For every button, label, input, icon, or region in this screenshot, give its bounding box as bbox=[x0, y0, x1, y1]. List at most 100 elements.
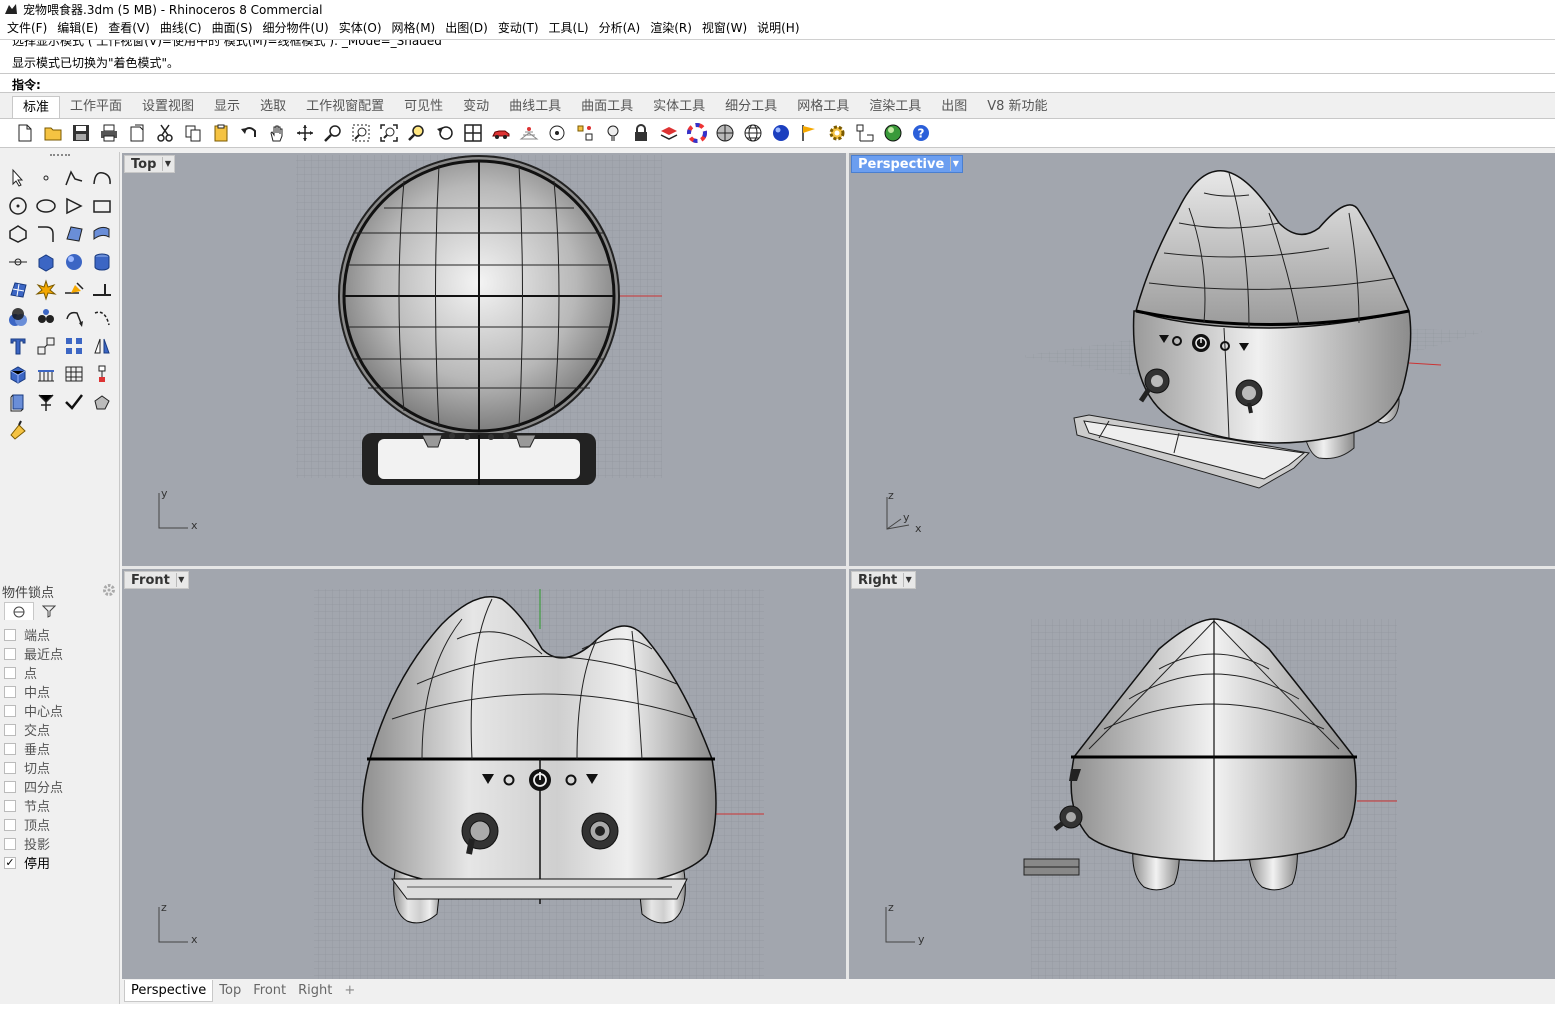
shade-sphere-icon[interactable] bbox=[714, 122, 736, 144]
menu-view[interactable]: 查看(V) bbox=[103, 18, 155, 39]
checkbox[interactable] bbox=[4, 742, 16, 755]
tab-render-tools[interactable]: 渲染工具 bbox=[859, 96, 931, 118]
points-icon[interactable] bbox=[574, 122, 596, 144]
car-render-icon[interactable] bbox=[490, 122, 512, 144]
trim-icon[interactable] bbox=[60, 276, 88, 304]
menu-panels[interactable]: 视窗(W) bbox=[697, 18, 752, 39]
rotate-view-icon[interactable] bbox=[294, 122, 316, 144]
surface-from-points-icon[interactable] bbox=[60, 220, 88, 248]
menu-file[interactable]: 文件(F) bbox=[2, 18, 52, 39]
pan-hand-icon[interactable] bbox=[266, 122, 288, 144]
tab-curve-tools[interactable]: 曲线工具 bbox=[499, 96, 571, 118]
tab-viewport-layout[interactable]: 工作视窗配置 bbox=[296, 96, 394, 118]
help-icon[interactable]: ? bbox=[910, 122, 932, 144]
circle-icon[interactable] bbox=[4, 192, 32, 220]
array-icon[interactable] bbox=[60, 332, 88, 360]
solid-box-icon[interactable] bbox=[4, 360, 32, 388]
zoom-dynamic-icon[interactable] bbox=[322, 122, 344, 144]
viewport-right-tab[interactable]: Right ▼ bbox=[851, 571, 917, 589]
explode-icon[interactable] bbox=[32, 276, 60, 304]
box-icon[interactable] bbox=[32, 248, 60, 276]
tab-top[interactable]: Top bbox=[213, 980, 247, 1002]
menu-subd[interactable]: 细分物件(U) bbox=[258, 18, 334, 39]
cplane-icon[interactable] bbox=[546, 122, 568, 144]
mesh-icon[interactable] bbox=[4, 276, 32, 304]
osnap-vertex[interactable]: 顶点 bbox=[4, 815, 63, 834]
paint-icon[interactable] bbox=[4, 416, 32, 444]
paste-icon[interactable] bbox=[210, 122, 232, 144]
check-icon[interactable] bbox=[60, 388, 88, 416]
viewport-perspective-tab[interactable]: Perspective ▼ bbox=[851, 155, 964, 173]
checkbox[interactable] bbox=[4, 818, 16, 831]
zoom-extents-icon[interactable] bbox=[378, 122, 400, 144]
menu-mesh[interactable]: 网格(M) bbox=[387, 18, 441, 39]
snap-tool-icon[interactable] bbox=[32, 388, 60, 416]
new-file-icon[interactable] bbox=[14, 122, 36, 144]
rectangle-icon[interactable] bbox=[88, 192, 116, 220]
rotate-icon[interactable] bbox=[60, 304, 88, 332]
copy-icon[interactable] bbox=[182, 122, 204, 144]
palette-grip[interactable] bbox=[50, 154, 70, 158]
osnap-tab-object[interactable] bbox=[4, 602, 34, 620]
checkbox[interactable] bbox=[4, 837, 16, 850]
polyline-icon[interactable] bbox=[60, 164, 88, 192]
chevron-down-icon[interactable]: ▼ bbox=[903, 573, 913, 587]
tab-select[interactable]: 选取 bbox=[250, 96, 296, 118]
curve-icon[interactable] bbox=[88, 164, 116, 192]
tab-right[interactable]: Right bbox=[292, 980, 338, 1002]
osnap-knot[interactable]: 节点 bbox=[4, 796, 63, 815]
chevron-down-icon[interactable]: ▼ bbox=[950, 157, 960, 171]
ellipse-icon[interactable] bbox=[32, 192, 60, 220]
save-icon[interactable] bbox=[70, 122, 92, 144]
dimension-icon[interactable] bbox=[854, 122, 876, 144]
menu-render[interactable]: 渲染(R) bbox=[645, 18, 697, 39]
osnap-center[interactable]: 中心点 bbox=[4, 701, 63, 720]
globe-icon[interactable] bbox=[882, 122, 904, 144]
arc-icon[interactable] bbox=[60, 192, 88, 220]
scale-icon[interactable] bbox=[32, 332, 60, 360]
osnap-disable[interactable]: ✓ 停用 bbox=[4, 853, 63, 872]
select-arrow-icon[interactable] bbox=[4, 164, 32, 192]
move-point-icon[interactable] bbox=[4, 248, 32, 276]
viewport-top[interactable]: Top ▼ y x bbox=[122, 153, 846, 566]
tab-standard[interactable]: 标准 bbox=[12, 96, 61, 118]
import-icon[interactable] bbox=[126, 122, 148, 144]
zoom-window-icon[interactable] bbox=[350, 122, 372, 144]
checkbox-checked[interactable]: ✓ bbox=[4, 856, 16, 869]
tab-mesh-tools[interactable]: 网格工具 bbox=[787, 96, 859, 118]
viewport-right[interactable]: Right ▼ z y bbox=[849, 569, 1555, 979]
checkbox[interactable] bbox=[4, 647, 16, 660]
undo-view-icon[interactable] bbox=[434, 122, 456, 144]
checkbox[interactable] bbox=[4, 723, 16, 736]
viewport-perspective[interactable]: Perspective ▼ z y x bbox=[849, 153, 1555, 566]
osnap-quadrant[interactable]: 四分点 bbox=[4, 777, 63, 796]
flag-icon[interactable] bbox=[798, 122, 820, 144]
checkbox[interactable] bbox=[4, 780, 16, 793]
point-icon[interactable] bbox=[32, 164, 60, 192]
tab-solid-tools[interactable]: 实体工具 bbox=[643, 96, 715, 118]
checkbox[interactable] bbox=[4, 628, 16, 641]
checkbox[interactable] bbox=[4, 761, 16, 774]
menu-edit[interactable]: 编辑(E) bbox=[52, 18, 103, 39]
cylinder-icon[interactable] bbox=[88, 248, 116, 276]
extrude-icon[interactable] bbox=[4, 388, 32, 416]
checkbox[interactable] bbox=[4, 799, 16, 812]
zoom-selected-icon[interactable] bbox=[406, 122, 428, 144]
light-bulb-icon[interactable] bbox=[602, 122, 624, 144]
osnap-project[interactable]: 投影 bbox=[4, 834, 63, 853]
split-icon[interactable] bbox=[88, 276, 116, 304]
osnap-endpoint[interactable]: 端点 bbox=[4, 625, 63, 644]
sphere-icon[interactable] bbox=[60, 248, 88, 276]
menu-tools[interactable]: 工具(L) bbox=[544, 18, 594, 39]
tab-surface-tools[interactable]: 曲面工具 bbox=[571, 96, 643, 118]
bend-icon[interactable] bbox=[88, 304, 116, 332]
menu-surface[interactable]: 曲面(S) bbox=[207, 18, 258, 39]
tab-subd-tools[interactable]: 细分工具 bbox=[715, 96, 787, 118]
tab-visibility[interactable]: 可见性 bbox=[394, 96, 453, 118]
viewport-front-tab[interactable]: Front ▼ bbox=[124, 571, 189, 589]
undo-icon[interactable] bbox=[238, 122, 260, 144]
viewport-top-tab[interactable]: Top ▼ bbox=[124, 155, 176, 173]
lock-icon[interactable] bbox=[630, 122, 652, 144]
open-folder-icon[interactable] bbox=[42, 122, 64, 144]
menu-solid[interactable]: 实体(O) bbox=[334, 18, 387, 39]
